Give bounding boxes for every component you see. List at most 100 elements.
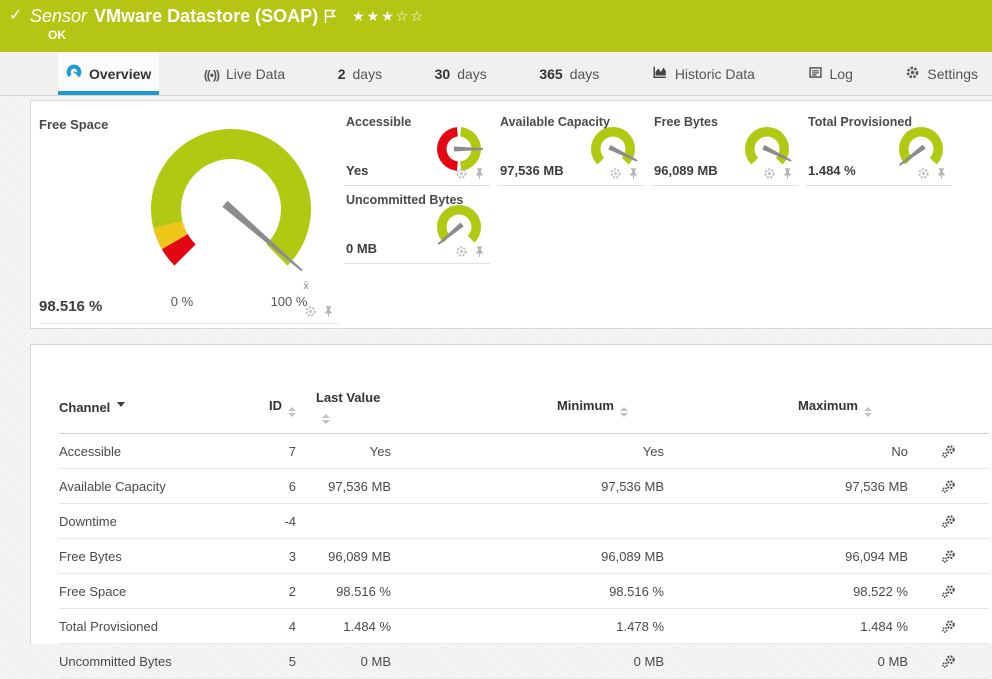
pin-icon[interactable]	[781, 167, 794, 180]
column-header-last-value[interactable]: Last Value	[296, 385, 391, 434]
pin-icon[interactable]	[473, 167, 486, 180]
tab-bar: Overview((•))Live Data2days30days365days…	[0, 52, 992, 96]
column-label: ID	[269, 398, 282, 413]
maximum-cell: 1.484 %	[664, 609, 908, 644]
channels-panel: ChannelIDLast ValueMinimumMaximum Access…	[30, 344, 992, 644]
gauge-value: 98.516 %	[39, 298, 102, 315]
gauge-max-label: 100 %	[271, 294, 308, 309]
tab-label: Log	[830, 66, 853, 82]
table-header-row: Channel ID Last Value Minimum Maximum	[59, 385, 989, 434]
pin-icon[interactable]	[627, 167, 640, 180]
column-header-id[interactable]: ID	[259, 385, 296, 434]
star-empty-icon[interactable]: ☆	[396, 4, 411, 28]
column-header-channel[interactable]: Channel	[59, 385, 259, 434]
last-value-cell: 1.484 %	[296, 609, 391, 644]
gauge-title: Accessible	[346, 115, 411, 129]
tab-label: days	[353, 66, 383, 82]
tab-overview[interactable]: Overview	[58, 52, 159, 95]
star-filled-icon[interactable]: ★	[367, 4, 382, 28]
channel-settings-cell	[908, 574, 989, 609]
star-filled-icon[interactable]: ★	[352, 4, 367, 28]
column-header-minimum[interactable]: Minimum	[391, 385, 664, 434]
channel-settings-cell	[908, 539, 989, 574]
tab-2-days[interactable]: 2 days	[330, 52, 390, 95]
gear-icon	[905, 65, 920, 83]
tab-settings[interactable]: Settings	[897, 52, 986, 95]
minimum-cell: 97,536 MB	[391, 469, 664, 504]
gear-icon[interactable]	[609, 167, 622, 180]
table-row: Free Bytes 3 96,089 MB 96,089 MB 96,094 …	[59, 539, 989, 574]
gear-icon[interactable]	[917, 167, 930, 180]
table-row: Total Provisioned 4 1.484 % 1.478 % 1.48…	[59, 609, 989, 644]
gear-icon[interactable]	[455, 245, 468, 258]
minimum-cell: 0 MB	[391, 644, 664, 679]
gauge-min-label: 0 %	[171, 294, 194, 309]
log-icon	[808, 65, 823, 83]
pin-icon[interactable]	[322, 305, 335, 318]
gauge-cell-actions	[455, 245, 486, 258]
gauge-cell-actions	[455, 167, 486, 180]
column-header-maximum[interactable]: Maximum	[664, 385, 908, 434]
pin-icon[interactable]	[935, 167, 948, 180]
channel-settings-gears-icon[interactable]	[941, 654, 956, 669]
gauge-value: 1.484 %	[808, 163, 856, 178]
gauge-cell-uncommitted-bytes: Uncommitted Bytes 0 MB	[344, 187, 490, 264]
pin-icon[interactable]	[473, 245, 486, 258]
tab-number: 2	[338, 66, 346, 82]
tab-label: days	[457, 66, 487, 82]
channel-cell: Available Capacity	[59, 469, 259, 504]
gauge-cell-total-provisioned: Total Provisioned 1.484 %	[806, 109, 952, 186]
gear-icon[interactable]	[455, 167, 468, 180]
channel-cell: Downtime	[59, 504, 259, 539]
channel-settings-gears-icon[interactable]	[941, 514, 956, 529]
channel-settings-gears-icon[interactable]	[941, 549, 956, 564]
channel-settings-cell	[908, 469, 989, 504]
tab-label: days	[570, 66, 600, 82]
tab-historic-data[interactable]: Historic Data	[644, 52, 763, 95]
id-cell: 2	[259, 574, 296, 609]
channel-cell: Uncommitted Bytes	[59, 644, 259, 679]
channel-cell: Free Bytes	[59, 539, 259, 574]
column-label: Last Value	[316, 390, 380, 405]
id-cell: 6	[259, 469, 296, 504]
channel-settings-cell	[908, 504, 989, 539]
id-cell: 4	[259, 609, 296, 644]
column-label: Minimum	[557, 398, 614, 413]
id-cell: 5	[259, 644, 296, 679]
channel-settings-gears-icon[interactable]	[941, 444, 956, 459]
tab-log[interactable]: Log	[800, 52, 861, 95]
sort-icon	[864, 407, 872, 417]
last-value-cell: Yes	[296, 434, 391, 469]
channel-settings-gears-icon[interactable]	[941, 619, 956, 634]
gauge-value: 96,089 MB	[654, 163, 718, 178]
last-value-cell	[296, 504, 391, 539]
star-empty-icon[interactable]: ☆	[410, 4, 425, 28]
gauge-value: 0 MB	[346, 241, 377, 256]
tab-365-days[interactable]: 365days	[531, 52, 607, 95]
free-space-gauge: 0 %100 %x̄	[131, 109, 331, 309]
channel-settings-gears-icon[interactable]	[941, 584, 956, 599]
minimum-cell: 98.516 %	[391, 574, 664, 609]
star-filled-icon[interactable]: ★	[381, 4, 396, 28]
tab-live-data[interactable]: ((•))Live Data	[196, 52, 293, 95]
live-icon: ((•))	[204, 66, 219, 82]
gauge-value: Yes	[346, 163, 368, 178]
flag-icon[interactable]	[324, 9, 336, 24]
channel-settings-cell	[908, 644, 989, 679]
gauge-value: 97,536 MB	[500, 163, 564, 178]
gauge-icon	[66, 64, 82, 83]
gauge-cell-actions	[917, 167, 948, 180]
gear-icon[interactable]	[304, 305, 317, 318]
gauge-cell-accessible: Accessible Yes	[344, 109, 490, 186]
minimum-cell: Yes	[391, 434, 664, 469]
tab-label: Historic Data	[675, 66, 755, 82]
tab-label: Overview	[89, 66, 151, 82]
sensor-name: VMware Datastore (SOAP)	[94, 4, 318, 28]
channels-table: ChannelIDLast ValueMinimumMaximum Access…	[59, 385, 989, 679]
column-label: Maximum	[798, 398, 858, 413]
tab-30-days[interactable]: 30days	[427, 52, 495, 95]
priority-stars[interactable]: ★★★☆☆	[352, 4, 425, 28]
sort-caret-icon	[117, 402, 125, 411]
gear-icon[interactable]	[763, 167, 776, 180]
channel-settings-gears-icon[interactable]	[941, 479, 956, 494]
